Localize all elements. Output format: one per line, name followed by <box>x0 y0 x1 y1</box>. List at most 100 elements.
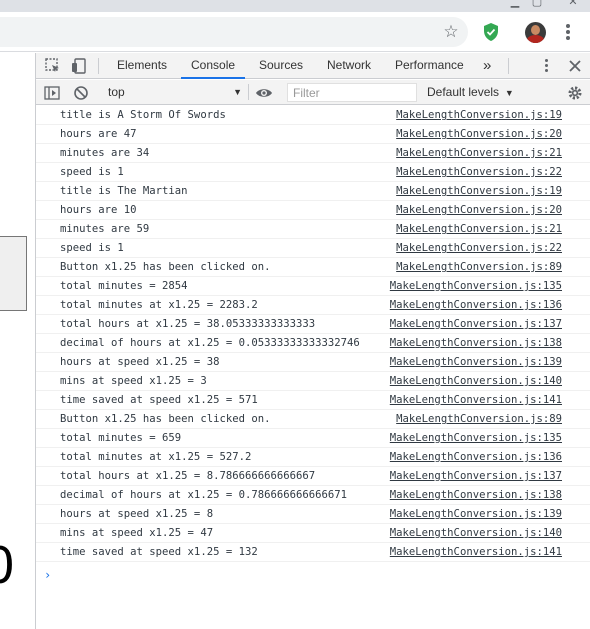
console-message: time saved at speed x1.25 = 132 MakeLengt… <box>36 543 590 562</box>
console-source-link[interactable]: MakeLengthConversion.js:139 <box>390 353 562 372</box>
console-message: hours at speed x1.25 = 8 MakeLengthConver… <box>36 505 590 524</box>
page-button[interactable] <box>0 236 27 311</box>
console-message: Button x1.25 has been clicked on. MakeLen… <box>36 258 590 277</box>
console-message: total minutes at x1.25 = 527.2 MakeLength… <box>36 448 590 467</box>
console-source-link[interactable]: MakeLengthConversion.js:139 <box>390 505 562 524</box>
console-message-text: Button x1.25 has been clicked on. <box>60 261 271 273</box>
tab-performance[interactable]: Performance <box>395 53 464 79</box>
console-message: hours are 10 MakeLengthConversion.js:20 <box>36 201 590 220</box>
devtools-tabbar: Elements Console Sources Network Perform… <box>36 53 590 79</box>
console-message-text: hours are 10 <box>60 204 137 216</box>
console-source-link[interactable]: MakeLengthConversion.js:21 <box>396 220 562 239</box>
show-sidebar-icon[interactable] <box>43 84 61 102</box>
console-message: time saved at speed x1.25 = 571 MakeLengt… <box>36 391 590 410</box>
console-message-text: hours are 47 <box>60 128 137 140</box>
console-source-link[interactable]: MakeLengthConversion.js:22 <box>396 239 562 258</box>
devtools-menu-icon[interactable] <box>538 57 554 75</box>
maximize-icon[interactable]: ▢ <box>530 0 544 8</box>
console-source-link[interactable]: MakeLengthConversion.js:137 <box>390 315 562 334</box>
console-message: mins at speed x1.25 = 47 MakeLengthConver… <box>36 524 590 543</box>
star-icon[interactable]: ☆ <box>441 22 461 42</box>
console-message: total minutes = 2854 MakeLengthConversion… <box>36 277 590 296</box>
console-message: Button x1.25 has been clicked on. MakeLen… <box>36 410 590 429</box>
console-message-text: total minutes at x1.25 = 2283.2 <box>60 299 258 311</box>
console-source-link[interactable]: MakeLengthConversion.js:20 <box>396 125 562 144</box>
address-bar[interactable] <box>0 17 468 47</box>
tab-sources[interactable]: Sources <box>259 53 303 79</box>
context-select-value: top <box>108 85 125 99</box>
minimize-icon[interactable]: ▁ <box>508 0 522 8</box>
console-source-link[interactable]: MakeLengthConversion.js:135 <box>390 277 562 296</box>
tabbar-divider <box>98 58 99 74</box>
console-source-link[interactable]: MakeLengthConversion.js:89 <box>396 410 562 429</box>
console-source-link[interactable]: MakeLengthConversion.js:22 <box>396 163 562 182</box>
console-source-link[interactable]: MakeLengthConversion.js:136 <box>390 296 562 315</box>
close-window-icon[interactable]: ✕ <box>566 0 580 8</box>
console-message: minutes are 59 MakeLengthConversion.js:21 <box>36 220 590 239</box>
console-message-text: mins at speed x1.25 = 47 <box>60 527 214 539</box>
tab-console[interactable]: Console <box>181 53 246 79</box>
console-message: total hours at x1.25 = 38.05333333333333… <box>36 315 590 334</box>
console-source-link[interactable]: MakeLengthConversion.js:89 <box>396 258 562 277</box>
console-source-link[interactable]: MakeLengthConversion.js:21 <box>396 144 562 163</box>
console-filter-input[interactable] <box>287 83 417 102</box>
profile-avatar[interactable] <box>525 22 546 43</box>
dropdown-arrow-icon: ▼ <box>233 87 242 97</box>
console-message: mins at speed x1.25 = 3 MakeLengthConvers… <box>36 372 590 391</box>
console-message-text: hours at speed x1.25 = 8 <box>60 508 214 520</box>
console-source-link[interactable]: MakeLengthConversion.js:19 <box>396 106 562 125</box>
console-source-link[interactable]: MakeLengthConversion.js:141 <box>390 543 562 562</box>
log-levels-label: Default levels <box>427 85 500 99</box>
console-log[interactable]: title is A Storm Of Swords MakeLengthConv… <box>36 106 590 629</box>
console-source-link[interactable]: MakeLengthConversion.js:19 <box>396 182 562 201</box>
page-viewport: 0 <box>0 53 35 629</box>
console-message: speed is 1 MakeLengthConversion.js:22 <box>36 239 590 258</box>
page-large-digit: 0 <box>0 535 14 595</box>
console-source-link[interactable]: MakeLengthConversion.js:137 <box>390 467 562 486</box>
console-source-link[interactable]: MakeLengthConversion.js:138 <box>390 486 562 505</box>
dropdown-arrow-icon: ▼ <box>502 88 514 98</box>
console-message-text: time saved at speed x1.25 = 132 <box>60 546 258 558</box>
console-toolbar: top ▼ Default levels ▼ <box>36 80 590 105</box>
context-select[interactable]: top ▼ <box>108 84 242 101</box>
window-titlebar: ▁ ▢ ✕ <box>0 0 590 12</box>
console-message-text: hours at speed x1.25 = 38 <box>60 356 220 368</box>
console-message: decimal of hours at x1.25 = 0.7866666666… <box>36 486 590 505</box>
browser-toolbar: ☆ <box>0 12 590 52</box>
tabbar-divider <box>508 58 509 74</box>
console-message-text: Button x1.25 has been clicked on. <box>60 413 271 425</box>
console-source-link[interactable]: MakeLengthConversion.js:140 <box>390 372 562 391</box>
console-message-text: title is The Martian <box>60 185 188 197</box>
console-source-link[interactable]: MakeLengthConversion.js:20 <box>396 201 562 220</box>
console-message-text: minutes are 34 <box>60 147 150 159</box>
close-devtools-icon[interactable] <box>566 57 584 75</box>
device-toolbar-icon[interactable] <box>70 57 88 75</box>
console-message-text: speed is 1 <box>60 242 124 254</box>
console-source-link[interactable]: MakeLengthConversion.js:136 <box>390 448 562 467</box>
live-expression-eye-icon[interactable] <box>255 84 273 102</box>
clear-console-icon[interactable] <box>72 84 90 102</box>
console-message-text: total minutes = 659 <box>60 432 182 444</box>
kebab-menu-icon[interactable] <box>560 22 576 42</box>
tab-elements[interactable]: Elements <box>117 53 167 79</box>
console-message-text: time saved at speed x1.25 = 571 <box>60 394 258 406</box>
console-message: title is A Storm Of Swords MakeLengthConv… <box>36 106 590 125</box>
shield-extension-icon[interactable] <box>482 22 500 42</box>
console-message: decimal of hours at x1.25 = 0.0533333333… <box>36 334 590 353</box>
tab-network[interactable]: Network <box>327 53 371 79</box>
console-source-link[interactable]: MakeLengthConversion.js:138 <box>390 334 562 353</box>
console-source-link[interactable]: MakeLengthConversion.js:141 <box>390 391 562 410</box>
inspect-element-icon[interactable] <box>44 57 62 75</box>
console-source-link[interactable]: MakeLengthConversion.js:140 <box>390 524 562 543</box>
console-prompt-chevron-icon[interactable]: › <box>44 568 51 582</box>
console-message-text: speed is 1 <box>60 166 124 178</box>
console-message-text: mins at speed x1.25 = 3 <box>60 375 207 387</box>
more-tabs-icon[interactable]: » <box>483 53 491 79</box>
log-levels-dropdown[interactable]: Default levels ▼ <box>427 84 514 101</box>
toolbar-divider <box>248 84 249 100</box>
console-message-text: total hours at x1.25 = 8.786666666666667 <box>60 470 316 482</box>
console-source-link[interactable]: MakeLengthConversion.js:135 <box>390 429 562 448</box>
console-message-text: minutes are 59 <box>60 223 150 235</box>
console-message-text: total minutes at x1.25 = 527.2 <box>60 451 252 463</box>
console-settings-gear-icon[interactable] <box>566 84 584 102</box>
